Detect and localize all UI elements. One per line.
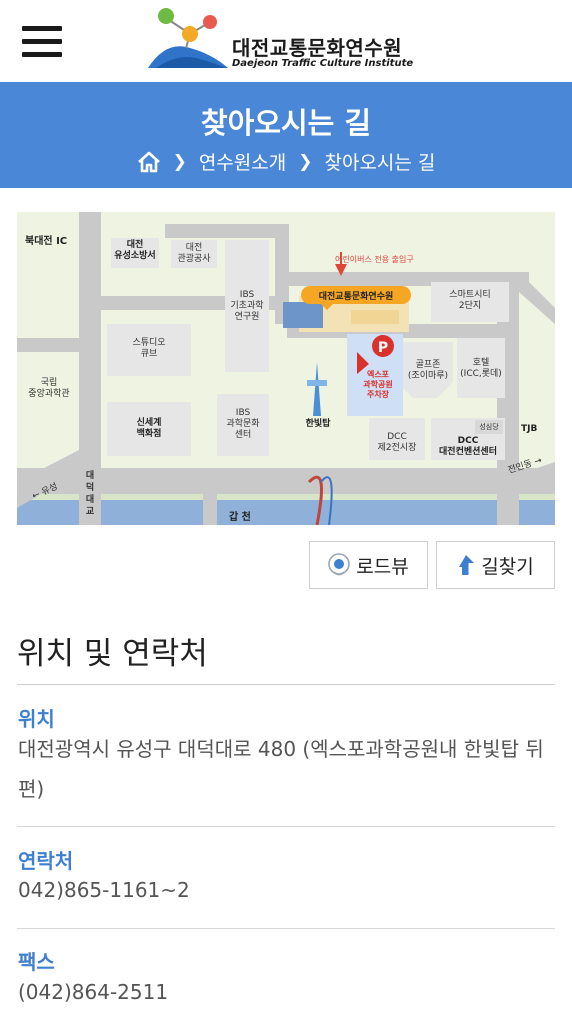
map-label-ibs-culture: IBS 과학문화 센터 [226,408,260,440]
directions-arrow-icon [459,555,475,575]
roadview-button[interactable]: 로드뷰 [309,541,428,589]
map-label-tourism: 대전 관광공사 [177,243,211,264]
contact-value: 042)865-1161~2 [18,878,190,902]
breadcrumb: ❯ 연수원소개 ❯ 찾아오시는 길 [0,148,572,175]
logo-emblem-icon [148,8,228,68]
breadcrumb-item-about[interactable]: 연수원소개 [199,148,286,175]
logo[interactable]: 대전교통문화연수원 Daejeon Traffic Culture Instit… [146,4,416,74]
section-title: 위치 및 연락처 [17,636,208,672]
location-map[interactable]: P 북대전 IC 대전 유성소방서 대전 관광공사 IBS 기초과학 연구원 어… [17,212,555,525]
map-label-fire-station: 대전 유성소방서 [114,240,156,261]
chevron-right-icon: ❯ [298,151,313,172]
map-label-expo-parking: 엑스포 과학공원 주차장 [363,370,393,399]
location-value: 대전광역시 유성구 대덕대로 480 (엑스포과학공원내 한빛탑 뒤편) [18,737,544,801]
breadcrumb-item-directions[interactable]: 찾아오시는 길 [324,148,435,175]
map-label-dcc: DCC 대전컨벤션센터 [439,436,497,457]
map-label-national-museum: 국립 중앙과학관 [28,378,70,399]
logo-english-text: Daejeon Traffic Culture Institute [232,58,414,69]
fax-value: (042)864-2511 [18,980,169,1004]
divider [17,826,555,827]
page-title: 찾아오시는 길 [200,106,372,140]
map-label-studio: 스튜디오 큐브 [132,338,166,359]
map-label-hanbit-tower: 한빛탑 [305,419,331,429]
header: 대전교통문화연수원 Daejeon Traffic Culture Instit… [0,0,572,82]
map-label-institute: 대전교통문화연수원 [318,292,394,302]
page-banner: 찾아오시는 길 ❯ 연수원소개 ❯ 찾아오시는 길 [0,82,572,188]
fax-label: 팩스 [18,950,55,974]
map-label-hotel: 호텔 (ICC,롯데) [460,358,502,379]
logo-korean-text: 대전교통문화연수원 [232,36,403,60]
map-label-bus-entrance: 어린이버스 전용 출입구 [335,255,414,264]
chevron-right-icon: ❯ [172,151,187,172]
map-label-ibs-basic: IBS 기초과학 연구원 [230,290,264,322]
map-label-tjb: TJB [521,424,538,434]
divider [17,684,555,685]
roadview-icon [328,553,351,576]
map-label-daedeok-bridge: 대 덕 대 교 [85,471,95,517]
home-icon[interactable] [137,151,161,173]
roadview-label: 로드뷰 [356,555,409,578]
map-label-gapcheon: 갑 천 [229,512,251,523]
map-label-seongsimdang: 성심당 [479,423,499,431]
location-label: 위치 [18,707,55,731]
divider [17,928,555,929]
menu-icon[interactable] [22,26,62,58]
directions-label: 길찾기 [481,555,534,578]
map-label-bukdaejeon-ic: 북대전 IC [25,236,68,247]
directions-button[interactable]: 길찾기 [436,541,555,589]
map-label-shinsegae: 신세계 백화점 [136,418,162,439]
map-label-golfzon: 골프존 (조이마루) [407,360,449,381]
svg-text:P: P [378,340,388,356]
map-label-dcc2: DCC 제2전시장 [377,432,417,453]
map-label-smartcity: 스마트시티 2단지 [449,290,491,311]
